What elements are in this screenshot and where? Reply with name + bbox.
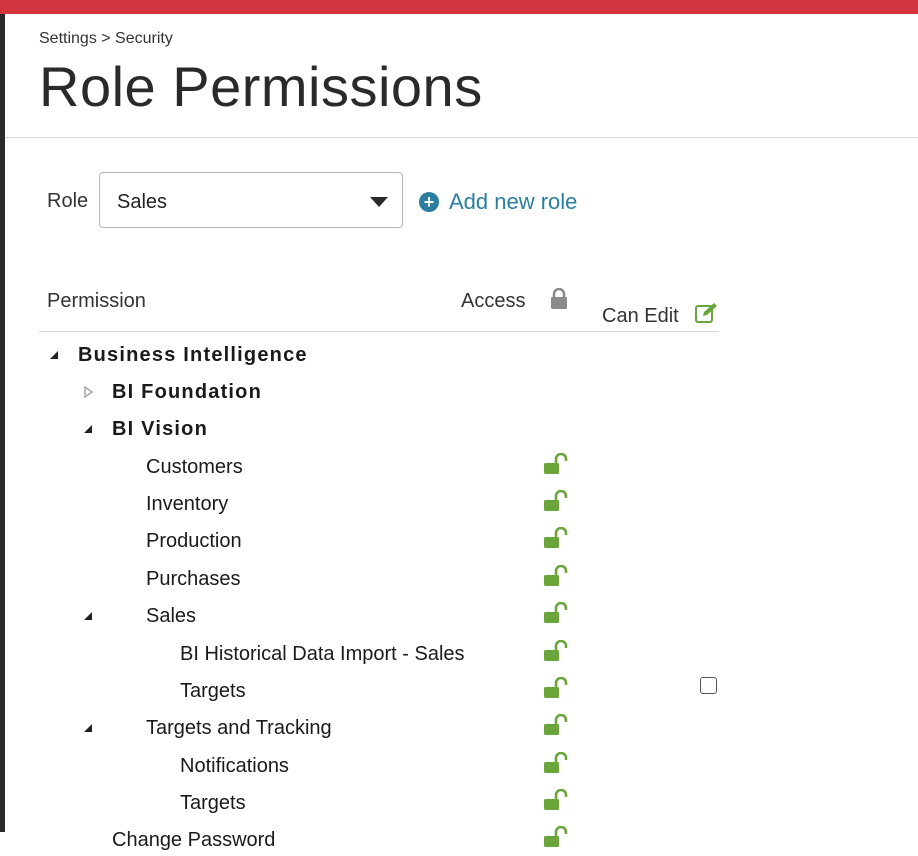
permission-label: Targets and Tracking (146, 717, 332, 739)
unlocked-icon[interactable] (543, 639, 569, 664)
permission-label: Production (146, 530, 242, 552)
header-divider (5, 137, 918, 138)
permission-label: Customers (146, 456, 243, 478)
role-label: Role (47, 190, 89, 212)
permission-label: Change Password (112, 829, 276, 851)
unlocked-icon[interactable] (543, 526, 569, 551)
table-divider (39, 331, 719, 332)
expanded-triangle-icon[interactable] (47, 348, 61, 362)
permission-row: Customers (0, 452, 918, 483)
expanded-triangle-icon[interactable] (81, 721, 95, 735)
role-select[interactable]: Sales (99, 172, 403, 228)
unlocked-icon[interactable] (543, 564, 569, 589)
permission-row: Targets and Tracking (0, 713, 918, 744)
edit-icon (694, 302, 720, 324)
permission-row: Notifications (0, 751, 918, 782)
page-title: Role Permissions (39, 55, 483, 118)
plus-circle-icon: + (419, 192, 439, 212)
unlocked-icon[interactable] (543, 489, 569, 514)
permission-label: BI Vision (112, 418, 209, 440)
permission-label: Notifications (180, 755, 289, 777)
access-column-header: Access (461, 290, 526, 312)
unlocked-icon[interactable] (543, 676, 569, 701)
permission-row: Production (0, 526, 918, 557)
permission-label: BI Historical Data Import - Sales (180, 643, 465, 665)
caret-down-icon (370, 197, 388, 207)
expanded-triangle-icon[interactable] (81, 609, 95, 623)
add-new-role-label: Add new role (449, 189, 578, 214)
permission-label: Targets (180, 680, 246, 702)
permission-label: BI Foundation (112, 381, 263, 403)
permission-row: Sales (0, 601, 918, 632)
permission-column-header: Permission (47, 290, 146, 312)
unlocked-icon[interactable] (543, 452, 569, 477)
permission-row: BI Foundation (0, 378, 918, 408)
unlocked-icon[interactable] (543, 713, 569, 738)
permission-label: Business Intelligence (78, 344, 308, 366)
collapsed-triangle-icon[interactable] (81, 385, 95, 399)
unlocked-icon[interactable] (543, 601, 569, 626)
expanded-triangle-icon[interactable] (81, 422, 95, 436)
lock-icon (550, 287, 568, 310)
top-accent-bar (0, 0, 918, 14)
breadcrumb: Settings > Security (39, 30, 173, 47)
permission-row: Purchases (0, 564, 918, 595)
can-edit-checkbox[interactable] (700, 677, 717, 694)
unlocked-icon[interactable] (543, 825, 569, 850)
permission-row: Change Password (0, 825, 918, 856)
unlocked-icon[interactable] (543, 751, 569, 776)
can-edit-column-header: Can Edit (602, 305, 679, 327)
role-select-value: Sales (117, 191, 168, 213)
permission-label: Targets (180, 792, 246, 814)
permission-row: BI Historical Data Import - Sales (0, 639, 918, 670)
permission-label: Inventory (146, 493, 229, 515)
permission-row: Targets (0, 788, 918, 819)
permission-row: Targets (0, 676, 918, 707)
permission-row: BI Vision (0, 415, 918, 445)
permission-row: Inventory (0, 489, 918, 520)
permission-row: Business Intelligence (0, 341, 918, 371)
permission-label: Purchases (146, 568, 241, 590)
permission-label: Sales (146, 605, 197, 627)
unlocked-icon[interactable] (543, 788, 569, 813)
